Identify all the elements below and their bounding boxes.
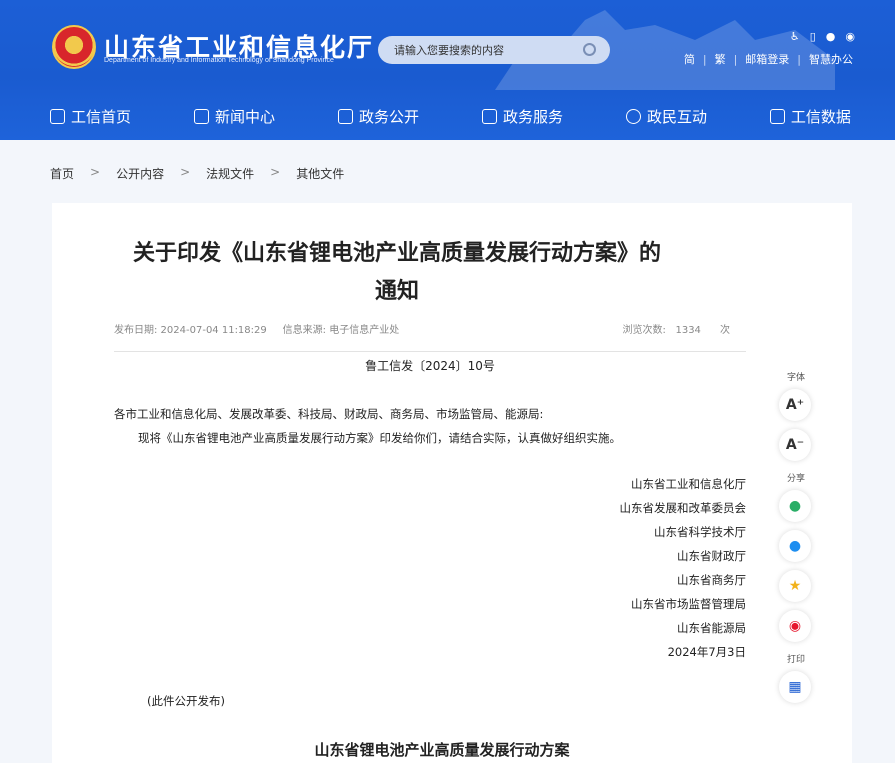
nav-label: 新闻中心 [214, 107, 275, 126]
header-links: 简 | 繁 | 邮箱登录 | 智慧办公 [684, 51, 853, 67]
home-icon [50, 108, 65, 124]
news-icon [193, 108, 209, 124]
print-button[interactable]: ▦ [779, 671, 811, 703]
signature-line: 山东省能源局 [677, 621, 746, 635]
signature-line: 山东省商务厅 [677, 573, 746, 587]
header: 山东省工业和信息化厅 Department of Industry and In… [0, 0, 895, 140]
monitor-icon [337, 108, 353, 124]
nav-label: 政务服务 [502, 107, 563, 126]
divider: | [702, 52, 707, 66]
recipients: 各市工业和信息化局、发展改革委、科技局、财政局、商务局、市场监管局、能源局: [114, 407, 544, 421]
breadcrumb-regulations[interactable]: 法规文件 [206, 165, 254, 182]
nav-news[interactable]: 新闻中心 [193, 94, 275, 138]
search-box [378, 36, 610, 64]
views-number: 1334 [675, 325, 701, 336]
mobile-icon[interactable]: ▯ [810, 30, 816, 43]
views-unit: 次 [720, 325, 730, 336]
article-title: 关于印发《山东省锂电池产业高质量发展行动方案》的 通知 [112, 235, 682, 311]
accessibility-icon[interactable]: ♿ [790, 30, 800, 43]
lang-simplified[interactable]: 简 [684, 51, 695, 67]
font-increase-button[interactable]: A⁺ [779, 389, 811, 421]
site-subtitle: Department of Industry and Information T… [104, 57, 334, 64]
breadcrumb-public[interactable]: 公开内容 [116, 165, 164, 182]
mail-login-link[interactable]: 邮箱登录 [745, 51, 789, 67]
national-emblem-logo [52, 25, 96, 69]
breadcrumb: 首页 > 公开内容 > 法规文件 > 其他文件 [50, 165, 344, 182]
nav-label: 工信首页 [71, 107, 132, 126]
star-icon: ★ [788, 578, 802, 594]
nav-label: 政民互动 [646, 107, 707, 126]
signature-line: 山东省市场监督管理局 [631, 597, 746, 611]
wechat-share-button[interactable]: ● [779, 490, 811, 522]
lang-traditional[interactable]: 繁 [715, 51, 726, 67]
publish-note: (此件公开发布) [147, 694, 225, 708]
article-card: 关于印发《山东省锂电池产业高质量发展行动方案》的 通知 发布日期: 2024-0… [52, 203, 852, 763]
plan-subtitle: 山东省锂电池产业高质量发展行动方案 [314, 741, 570, 759]
qq-share-button[interactable]: ● [779, 530, 811, 562]
signature-line: 山东省财政厅 [677, 549, 746, 563]
search-icon[interactable] [583, 43, 596, 56]
main-nav: 工信首页 新闻中心 政务公开 政务服务 政民互动 工信数据 [0, 94, 895, 138]
weibo-share-button[interactable]: ◉ [779, 610, 811, 642]
breadcrumb-separator: > [180, 165, 191, 179]
article-meta: 发布日期: 2024-07-04 11:18:29 信息来源: 电子信息产业处 … [114, 321, 746, 336]
database-icon [769, 108, 785, 124]
nav-data[interactable]: 工信数据 [769, 94, 851, 138]
share-label: 分享 [786, 474, 805, 484]
search-input[interactable] [394, 41, 574, 59]
nav-home[interactable]: 工信首页 [50, 94, 131, 138]
signature-line: 山东省发展和改革委员会 [619, 501, 747, 515]
qq-icon: ● [788, 538, 802, 554]
breadcrumb-other[interactable]: 其他文件 [296, 165, 344, 182]
font-decrease-button[interactable]: A⁻ [779, 429, 811, 461]
signature-line: 山东省科学技术厅 [654, 525, 746, 539]
qzone-share-button[interactable]: ★ [779, 570, 811, 602]
breadcrumb-home[interactable]: 首页 [50, 165, 74, 182]
nav-interaction[interactable]: 政民互动 [625, 94, 707, 138]
body-paragraph: 现将《山东省锂电池产业高质量发展行动方案》印发给你们，请结合实际，认真做好组织实… [138, 431, 621, 445]
print-label: 打印 [786, 655, 805, 665]
wechat-icon: ● [788, 498, 802, 514]
title-line-2: 通知 [374, 279, 419, 304]
divider: | [733, 52, 738, 66]
service-icon [481, 108, 497, 124]
side-tools: 字体 A⁺ A⁻ 分享 ● ● ★ ◉ 打印 ▦ [779, 370, 813, 711]
nav-open-affairs[interactable]: 政务公开 [337, 94, 419, 138]
wechat-icon[interactable]: ● [826, 30, 836, 43]
nav-services[interactable]: 政务服务 [481, 94, 563, 138]
breadcrumb-separator: > [270, 165, 281, 179]
signatures: 山东省工业和信息化厅 山东省发展和改革委员会 山东省科学技术厅 山东省财政厅 山… [620, 477, 747, 669]
signature-date: 2024年7月3日 [667, 645, 746, 659]
view-count: 浏览次数: 1334 次 [623, 321, 730, 336]
chat-icon [625, 108, 641, 124]
smart-office-link[interactable]: 智慧办公 [809, 51, 853, 67]
title-line-1: 关于印发《山东省锂电池产业高质量发展行动方案》的 [132, 241, 661, 266]
printer-icon: ▦ [788, 679, 802, 695]
divider [114, 351, 746, 352]
breadcrumb-separator: > [90, 165, 101, 179]
signature-line: 山东省工业和信息化厅 [631, 477, 746, 491]
nav-label: 工信数据 [790, 107, 851, 126]
nav-label: 政务公开 [358, 107, 419, 126]
accessibility-tools: ♿ ▯ ● ◉ [790, 30, 855, 43]
doc-number: 鲁工信发〔2024〕10号 [365, 359, 495, 373]
publish-date: 发布日期: 2024-07-04 11:18:29 [114, 325, 267, 336]
font-label: 字体 [786, 373, 805, 383]
divider: | [797, 52, 801, 66]
info-source: 信息来源: 电子信息产业处 [282, 325, 400, 336]
weibo-icon: ◉ [788, 618, 802, 634]
weibo-icon[interactable]: ◉ [845, 30, 855, 43]
views-label: 浏览次数: [622, 325, 666, 336]
